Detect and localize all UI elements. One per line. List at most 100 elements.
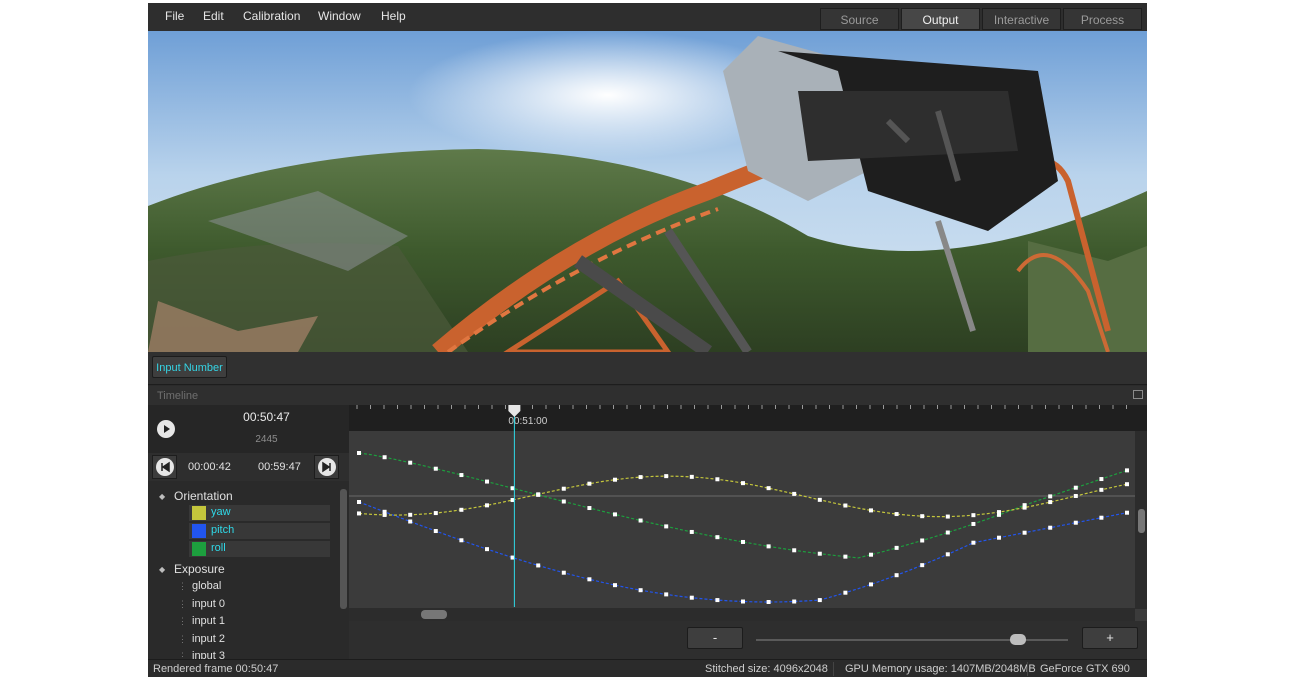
pitch-keyframe[interactable] [408, 519, 413, 524]
roll-keyframe[interactable] [485, 479, 489, 484]
pitch-keyframe[interactable] [433, 529, 438, 534]
pitch-keyframe[interactable] [561, 570, 566, 575]
roll-keyframe[interactable] [817, 551, 822, 556]
tree-item-global[interactable]: global [192, 580, 221, 592]
tree-item-input-1[interactable]: input 1 [192, 615, 225, 627]
pitch-keyframe[interactable] [894, 573, 899, 578]
curve-h-scrollbar-thumb[interactable] [421, 610, 447, 619]
roll-keyframe[interactable] [869, 552, 873, 557]
pitch-keyframe[interactable] [689, 595, 694, 600]
roll-keyframe[interactable] [920, 538, 925, 543]
roll-keyframe[interactable] [945, 530, 950, 535]
tree-scrollbar[interactable] [338, 483, 348, 657]
curve-row-yaw[interactable]: yaw [189, 505, 330, 521]
zoom-slider[interactable] [756, 634, 1068, 645]
roll-keyframe[interactable] [613, 512, 617, 517]
menu-window[interactable]: Window [318, 9, 361, 23]
yaw-keyframe[interactable] [357, 511, 361, 516]
menu-calibration[interactable]: Calibration [243, 9, 300, 23]
curve-h-scrollbar[interactable] [349, 608, 1135, 621]
range-end-time[interactable]: 00:59:47 [258, 461, 301, 473]
roll-keyframe[interactable] [1099, 477, 1104, 482]
restore-panel-icon[interactable] [1133, 390, 1143, 399]
menu-file[interactable]: File [165, 9, 184, 23]
roll-keyframe[interactable] [357, 451, 361, 455]
yaw-keyframe[interactable] [1125, 482, 1129, 487]
pitch-keyframe[interactable] [1099, 515, 1104, 520]
roll-keyframe[interactable] [766, 544, 771, 549]
yaw-keyframe[interactable] [485, 503, 489, 508]
pitch-keyframe[interactable] [792, 599, 797, 604]
pitch-keyframe[interactable] [869, 582, 873, 587]
roll-keyframe[interactable] [459, 473, 464, 478]
pitch-keyframe[interactable] [843, 590, 848, 595]
pitch-keyframe[interactable] [536, 563, 541, 568]
tree-item-input-3[interactable]: input 3 [192, 650, 225, 659]
yaw-keyframe[interactable] [817, 497, 822, 502]
input-number-button[interactable]: Input Number [152, 356, 227, 378]
yaw-keyframe[interactable] [1073, 493, 1078, 498]
pitch-keyframe[interactable] [1048, 525, 1053, 530]
yaw-keyframe[interactable] [920, 514, 925, 519]
roll-keyframe[interactable] [1073, 485, 1078, 490]
yaw-keyframe[interactable] [945, 514, 950, 519]
zoom-slider-handle[interactable] [1010, 634, 1027, 645]
yaw-keyframe[interactable] [408, 512, 413, 517]
yaw-keyframe[interactable] [587, 481, 592, 486]
pitch-keyframe[interactable] [485, 547, 489, 552]
yaw-keyframe[interactable] [664, 474, 669, 479]
tree-item-input-0[interactable]: input 0 [192, 598, 225, 610]
pitch-keyframe[interactable] [920, 563, 925, 568]
roll-keyframe[interactable] [894, 545, 899, 550]
range-start-time[interactable]: 00:00:42 [188, 461, 231, 473]
tree-group-orientation[interactable]: Orientation [174, 489, 233, 503]
yaw-keyframe[interactable] [869, 508, 873, 513]
pitch-keyframe[interactable] [1022, 530, 1027, 535]
yaw-keyframe[interactable] [715, 477, 720, 482]
yaw-keyframe[interactable] [741, 481, 745, 486]
panorama-output-view[interactable] [148, 31, 1147, 352]
tab-source[interactable]: Source [820, 8, 899, 30]
roll-keyframe[interactable] [1125, 468, 1129, 473]
pitch-keyframe[interactable] [357, 500, 361, 504]
pitch-keyframe[interactable] [1073, 520, 1078, 525]
pitch-keyframe[interactable] [817, 598, 822, 603]
curve-editor[interactable]: 00:51:00 [349, 405, 1147, 621]
menu-help[interactable]: Help [381, 9, 406, 23]
yaw-keyframe[interactable] [536, 492, 541, 497]
tree-scrollbar-thumb[interactable] [340, 489, 347, 609]
yaw-keyframe[interactable] [766, 486, 771, 491]
pitch-keyframe[interactable] [638, 588, 643, 593]
tree-item-input-2[interactable]: input 2 [192, 633, 225, 645]
yaw-keyframe[interactable] [894, 512, 899, 517]
roll-keyframe[interactable] [408, 460, 413, 465]
pitch-keyframe[interactable] [459, 538, 464, 543]
roll-keyframe[interactable] [433, 466, 438, 471]
roll-keyframe[interactable] [715, 535, 720, 540]
roll-keyframe[interactable] [382, 455, 387, 460]
zoom-in-button[interactable]: + [1082, 627, 1138, 649]
yaw-keyframe[interactable] [433, 511, 438, 516]
yaw-keyframe[interactable] [1099, 487, 1104, 492]
pitch-keyframe[interactable] [613, 583, 617, 588]
roll-keyframe[interactable] [689, 529, 694, 534]
yaw-keyframe[interactable] [382, 512, 387, 517]
roll-keyframe[interactable] [664, 524, 669, 529]
pitch-curve[interactable] [358, 501, 1128, 603]
curve-v-scrollbar-thumb[interactable] [1138, 509, 1145, 533]
yaw-keyframe[interactable] [459, 507, 464, 512]
curve-graph[interactable]: 00:51:00 [349, 405, 1147, 621]
pitch-keyframe[interactable] [1125, 510, 1129, 515]
roll-keyframe[interactable] [638, 518, 643, 523]
yaw-keyframe[interactable] [1048, 500, 1053, 505]
roll-keyframe[interactable] [741, 539, 745, 544]
roll-keyframe[interactable] [1048, 494, 1053, 499]
yaw-keyframe[interactable] [792, 491, 797, 496]
yaw-keyframe[interactable] [971, 513, 976, 518]
yaw-keyframe[interactable] [997, 510, 1001, 515]
roll-keyframe[interactable] [587, 506, 592, 511]
pitch-keyframe[interactable] [664, 592, 669, 597]
pitch-keyframe[interactable] [997, 535, 1001, 540]
menu-edit[interactable]: Edit [203, 9, 224, 23]
jump-to-start-button[interactable] [152, 455, 177, 479]
